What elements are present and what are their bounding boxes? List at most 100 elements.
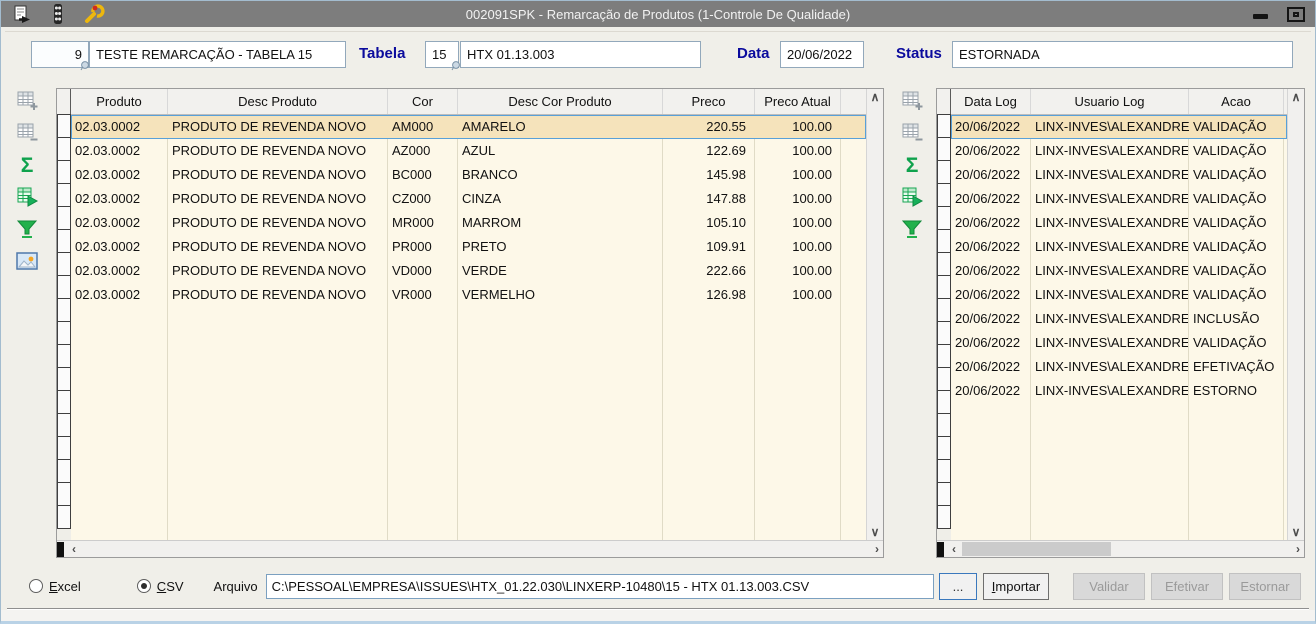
table-cell[interactable]: 20/06/2022 bbox=[951, 115, 1031, 139]
log-horizontal-scrollbar[interactable]: ‹ › bbox=[937, 540, 1304, 557]
table-cell[interactable]: 105.10 bbox=[663, 211, 755, 235]
csv-radio[interactable]: CSV bbox=[136, 579, 184, 594]
table-cell[interactable]: 100.00 bbox=[755, 211, 841, 235]
table-row[interactable]: 02.03.0002 PRODUTO DE REVENDA NOVO AZ000 AZ… bbox=[71, 139, 866, 163]
efetivar-button[interactable]: Efetivar bbox=[1151, 572, 1223, 600]
table-cell[interactable]: LINX-INVES\ALEXANDRE.C bbox=[1031, 283, 1189, 307]
excel-radio[interactable]: Excel bbox=[29, 579, 81, 594]
sum-icon[interactable]: Σ bbox=[899, 152, 925, 178]
table-cell[interactable]: VALIDAÇÃO bbox=[1189, 115, 1284, 139]
tabela-desc-field[interactable]: HTX 01.13.003 bbox=[460, 41, 701, 68]
table-cell[interactable]: 02.03.0002 bbox=[71, 283, 168, 307]
table-cell[interactable]: AZUL bbox=[458, 139, 663, 163]
table-cell[interactable]: VD000 bbox=[388, 259, 458, 283]
table-cell[interactable]: 02.03.0002 bbox=[71, 163, 168, 187]
table-cell[interactable]: 220.55 bbox=[663, 115, 755, 139]
table-row[interactable]: 02.03.0002 PRODUTO DE REVENDA NOVO CZ000 CI… bbox=[71, 187, 866, 211]
arquivo-input[interactable]: C:\PESSOAL\EMPRESA\ISSUES\HTX_01.22.030\… bbox=[265, 573, 934, 599]
scroll-left-icon[interactable]: ‹ bbox=[948, 543, 960, 555]
table-cell[interactable]: 20/06/2022 bbox=[951, 331, 1031, 355]
table-cell[interactable]: VALIDAÇÃO bbox=[1189, 187, 1284, 211]
csv-radio-circle[interactable] bbox=[136, 579, 151, 593]
table-cell[interactable]: PRODUTO DE REVENDA NOVO bbox=[168, 187, 388, 211]
table-cell[interactable]: LINX-INVES\ALEXANDRE.C bbox=[1031, 187, 1189, 211]
table-cell[interactable]: 100.00 bbox=[755, 259, 841, 283]
table-cell[interactable]: 20/06/2022 bbox=[951, 139, 1031, 163]
table-cell[interactable]: CINZA bbox=[458, 187, 663, 211]
table-cell[interactable]: AM000 bbox=[388, 115, 458, 139]
scroll-right-icon[interactable]: › bbox=[1292, 543, 1304, 555]
table-cell[interactable]: 02.03.0002 bbox=[71, 187, 168, 211]
products-horizontal-scrollbar[interactable]: ‹ › bbox=[57, 540, 883, 557]
table-row[interactable]: 20/06/2022 LINX-INVES\ALEXANDRE.C VALIDAÇÃ… bbox=[951, 235, 1287, 259]
table-cell[interactable]: 100.00 bbox=[755, 235, 841, 259]
scroll-up-icon[interactable]: ∧ bbox=[1288, 91, 1305, 103]
excel-radio-circle[interactable] bbox=[29, 579, 43, 593]
table-cell[interactable]: 20/06/2022 bbox=[951, 235, 1031, 259]
table-cell[interactable]: PRODUTO DE REVENDA NOVO bbox=[168, 259, 388, 283]
table-cell[interactable]: LINX-INVES\ALEXANDRE.C bbox=[1031, 331, 1189, 355]
scroll-down-icon[interactable]: ∨ bbox=[1288, 526, 1305, 538]
log-vertical-scrollbar[interactable]: ∧ ∨ bbox=[1287, 89, 1304, 540]
scroll-track[interactable] bbox=[80, 541, 871, 557]
table-cell[interactable]: 126.98 bbox=[663, 283, 755, 307]
table-cell[interactable]: VALIDAÇÃO bbox=[1189, 235, 1284, 259]
image-icon[interactable] bbox=[14, 248, 40, 274]
table-cell[interactable]: ESTORNO bbox=[1189, 379, 1284, 403]
status-field[interactable]: ESTORNADA bbox=[952, 41, 1293, 68]
table-cell[interactable]: 20/06/2022 bbox=[951, 187, 1031, 211]
export-grid-icon[interactable] bbox=[14, 184, 40, 210]
table-cell[interactable]: VALIDAÇÃO bbox=[1189, 163, 1284, 187]
table-row[interactable]: 20/06/2022 LINX-INVES\ALEXANDRE.C VALIDAÇÃ… bbox=[951, 211, 1287, 235]
table-row[interactable]: 20/06/2022 LINX-INVES\ALEXANDRE.C VALIDAÇÃ… bbox=[951, 115, 1287, 139]
table-cell[interactable]: VERDE bbox=[458, 259, 663, 283]
add-row-icon[interactable] bbox=[899, 88, 925, 114]
name-field[interactable]: TESTE REMARCAÇÃO - TABELA 15 bbox=[89, 41, 346, 68]
column-header[interactable]: Preco Atual bbox=[755, 89, 841, 114]
date-field[interactable]: 20/06/2022 bbox=[780, 41, 864, 68]
estornar-button[interactable]: Estornar bbox=[1229, 572, 1301, 600]
table-cell[interactable]: MARROM bbox=[458, 211, 663, 235]
table-row[interactable]: 02.03.0002 PRODUTO DE REVENDA NOVO AM000 AM… bbox=[71, 115, 866, 139]
table-cell[interactable]: AZ000 bbox=[388, 139, 458, 163]
importar-button[interactable]: Importar bbox=[983, 572, 1049, 600]
table-cell[interactable]: 20/06/2022 bbox=[951, 283, 1031, 307]
table-cell[interactable]: 109.91 bbox=[663, 235, 755, 259]
table-cell[interactable]: LINX-INVES\ALEXANDRE.C bbox=[1031, 259, 1189, 283]
table-cell[interactable]: PRODUTO DE REVENDA NOVO bbox=[168, 211, 388, 235]
table-cell[interactable]: 20/06/2022 bbox=[951, 307, 1031, 331]
table-cell[interactable]: 02.03.0002 bbox=[71, 235, 168, 259]
table-cell[interactable]: LINX-INVES\ALEXANDRE.C bbox=[1031, 211, 1189, 235]
table-row[interactable]: 02.03.0002 PRODUTO DE REVENDA NOVO BC000 BR… bbox=[71, 163, 866, 187]
column-header[interactable]: Acao bbox=[1189, 89, 1284, 114]
table-row[interactable]: 20/06/2022 LINX-INVES\ALEXANDRE.C INCLUSÃO bbox=[951, 307, 1287, 331]
table-cell[interactable]: 20/06/2022 bbox=[951, 379, 1031, 403]
column-header[interactable]: Usuario Log bbox=[1031, 89, 1189, 114]
table-row[interactable]: 20/06/2022 LINX-INVES\ALEXANDRE.C VALIDAÇÃ… bbox=[951, 187, 1287, 211]
minimize-button[interactable] bbox=[1249, 6, 1271, 22]
table-cell[interactable]: PR000 bbox=[388, 235, 458, 259]
column-header[interactable]: Data Log bbox=[951, 89, 1031, 114]
table-cell[interactable]: PRODUTO DE REVENDA NOVO bbox=[168, 283, 388, 307]
products-vertical-scrollbar[interactable]: ∧ ∨ bbox=[866, 89, 883, 540]
scroll-right-icon[interactable]: › bbox=[871, 543, 883, 555]
table-cell[interactable]: PRETO bbox=[458, 235, 663, 259]
table-cell[interactable]: 222.66 bbox=[663, 259, 755, 283]
column-header[interactable]: Desc Cor Produto bbox=[458, 89, 663, 114]
scroll-left-icon[interactable]: ‹ bbox=[68, 543, 80, 555]
table-row[interactable]: 02.03.0002 PRODUTO DE REVENDA NOVO MR000 MA… bbox=[71, 211, 866, 235]
table-cell[interactable]: 100.00 bbox=[755, 283, 841, 307]
table-cell[interactable]: AMARELO bbox=[458, 115, 663, 139]
table-cell[interactable]: 20/06/2022 bbox=[951, 211, 1031, 235]
delete-row-icon[interactable] bbox=[899, 120, 925, 146]
table-cell[interactable]: 20/06/2022 bbox=[951, 259, 1031, 283]
table-cell[interactable]: LINX-INVES\ALEXANDRE.C bbox=[1031, 115, 1189, 139]
table-cell[interactable]: 02.03.0002 bbox=[71, 259, 168, 283]
scroll-down-icon[interactable]: ∨ bbox=[867, 526, 884, 538]
traffic-light-icon[interactable] bbox=[47, 3, 69, 25]
table-row[interactable]: 02.03.0002 PRODUTO DE REVENDA NOVO VD000 VE… bbox=[71, 259, 866, 283]
column-header[interactable]: Produto bbox=[71, 89, 168, 114]
table-cell[interactable]: 100.00 bbox=[755, 163, 841, 187]
table-row[interactable]: 20/06/2022 LINX-INVES\ALEXANDRE.C VALIDAÇÃ… bbox=[951, 283, 1287, 307]
table-cell[interactable]: PRODUTO DE REVENDA NOVO bbox=[168, 163, 388, 187]
